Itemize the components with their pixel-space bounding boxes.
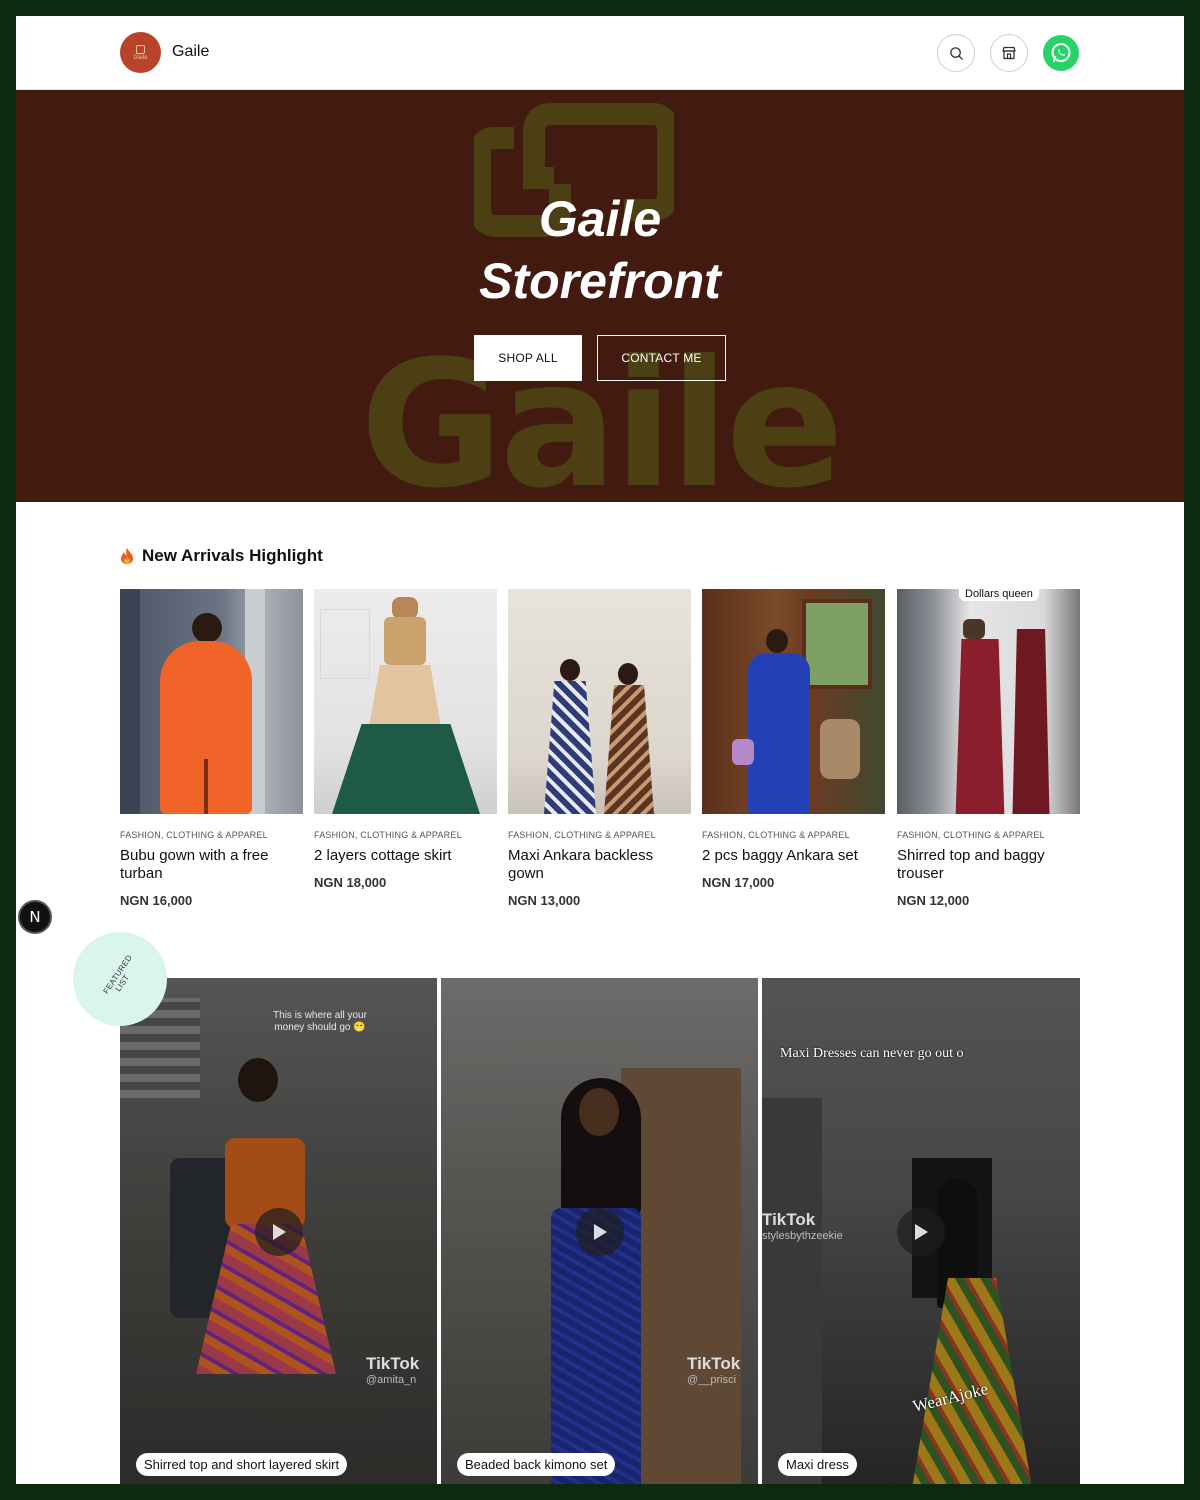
featured-video[interactable]: Maxi Dresses can never go out o TikTok s… xyxy=(762,978,1080,1484)
play-button[interactable] xyxy=(897,1208,945,1256)
product-image[interactable] xyxy=(120,589,303,814)
play-button[interactable] xyxy=(255,1208,303,1256)
whatsapp-icon xyxy=(1051,43,1071,62)
hero-title-line1: Gaile xyxy=(538,191,662,247)
product-name[interactable]: 2 pcs baggy Ankara set xyxy=(702,847,880,865)
product-image[interactable] xyxy=(314,589,497,814)
featured-video[interactable]: TikTok @__prisci Beaded back kimono set xyxy=(441,978,758,1484)
play-icon xyxy=(915,1224,928,1240)
tiktok-handle: @__prisci xyxy=(687,1374,737,1386)
product-price: NGN 13,000 xyxy=(508,893,581,908)
video-caption: Shirred top and short layered skirt xyxy=(136,1453,348,1476)
search-button[interactable] xyxy=(937,34,975,72)
product-card[interactable]: FASHION, CLOTHING & APPAREL 2 pcs baggy … xyxy=(702,589,885,890)
product-card[interactable]: FASHION, CLOTHING & APPAREL Maxi Ankara … xyxy=(508,589,691,908)
product-image[interactable]: Dollars queen xyxy=(897,589,1080,814)
new-arrivals-title: New Arrivals Highlight xyxy=(142,546,323,565)
product-name[interactable]: Maxi Ankara backless gown xyxy=(508,847,686,883)
video-caption: Beaded back kimono set xyxy=(457,1453,616,1476)
product-price: NGN 16,000 xyxy=(120,893,193,908)
product-name[interactable]: 2 layers cottage skirt xyxy=(314,847,492,865)
tiktok-watermark: TikTok stylesbythzeekie xyxy=(762,1210,843,1242)
video-overlay-text: This is where all your money should go 😁 xyxy=(273,1010,367,1033)
product-price: NGN 18,000 xyxy=(314,875,387,890)
play-icon xyxy=(273,1224,286,1240)
tiktok-logo-text: TikTok xyxy=(366,1354,420,1373)
product-category: FASHION, CLOTHING & APPAREL xyxy=(314,830,462,840)
product-card[interactable]: FASHION, CLOTHING & APPAREL Bubu gown wi… xyxy=(120,589,303,908)
new-arrivals-heading: New Arrivals Highlight xyxy=(120,546,323,566)
tiktok-logo-text: TikTok xyxy=(687,1354,741,1373)
product-card[interactable]: Dollars queen FASHION, CLOTHING & APPARE… xyxy=(897,589,1080,908)
tiktok-watermark: TikTok @__prisci xyxy=(687,1354,740,1386)
tiktok-logo-text: TikTok xyxy=(762,1210,816,1229)
product-image[interactable] xyxy=(508,589,691,814)
contact-me-button[interactable]: CONTACT ME xyxy=(597,335,726,381)
product-category: FASHION, CLOTHING & APPAREL xyxy=(702,830,850,840)
page-frame: Gaile Gaile Gaile Gaile Storefront SHOP … xyxy=(16,16,1184,1484)
logo-text: Gaile xyxy=(133,54,148,61)
search-icon xyxy=(949,46,963,60)
site-header: Gaile Gaile xyxy=(16,16,1184,90)
product-card[interactable]: FASHION, CLOTHING & APPAREL 2 layers cot… xyxy=(314,589,497,890)
tiktok-handle: @amita_n xyxy=(366,1374,417,1386)
dev-tools-badge[interactable]: N xyxy=(18,900,52,934)
hero-title-line2: Storefront xyxy=(479,253,721,309)
fire-icon xyxy=(121,548,133,564)
store-button[interactable] xyxy=(990,34,1028,72)
product-name[interactable]: Shirred top and baggy trouser xyxy=(897,847,1075,883)
video-overlay-text: Maxi Dresses can never go out o xyxy=(780,1046,964,1061)
play-icon xyxy=(594,1224,607,1240)
product-category: FASHION, CLOTHING & APPAREL xyxy=(508,830,656,840)
product-price: NGN 17,000 xyxy=(702,875,775,890)
store-logo[interactable]: Gaile xyxy=(120,32,161,73)
video-caption: Maxi dress xyxy=(778,1453,857,1476)
whatsapp-button[interactable] xyxy=(1043,35,1079,71)
product-category: FASHION, CLOTHING & APPAREL xyxy=(897,830,1045,840)
featured-list-badge: FEATURED LIST xyxy=(73,932,167,1026)
product-image[interactable] xyxy=(702,589,885,814)
play-button[interactable] xyxy=(576,1208,624,1256)
featured-badge-text: FEATURED LIST xyxy=(95,953,144,999)
tiktok-watermark: TikTok @amita_n xyxy=(366,1354,419,1386)
shop-all-button[interactable]: SHOP ALL xyxy=(474,335,582,381)
product-name[interactable]: Bubu gown with a free turban xyxy=(120,847,298,883)
hero-banner: Gaile Gaile Storefront SHOP ALL CONTACT … xyxy=(16,90,1184,502)
tiktok-handle: stylesbythzeekie xyxy=(762,1230,843,1242)
featured-video[interactable]: This is where all your money should go 😁… xyxy=(120,978,437,1484)
logo-mark-icon xyxy=(136,44,145,54)
image-overlay-text: Dollars queen xyxy=(959,589,1039,601)
brand-name[interactable]: Gaile xyxy=(172,43,209,61)
product-category: FASHION, CLOTHING & APPAREL xyxy=(120,830,268,840)
hero-title: Gaile Storefront xyxy=(16,188,1184,312)
product-price: NGN 12,000 xyxy=(897,893,970,908)
store-icon xyxy=(1002,46,1016,60)
